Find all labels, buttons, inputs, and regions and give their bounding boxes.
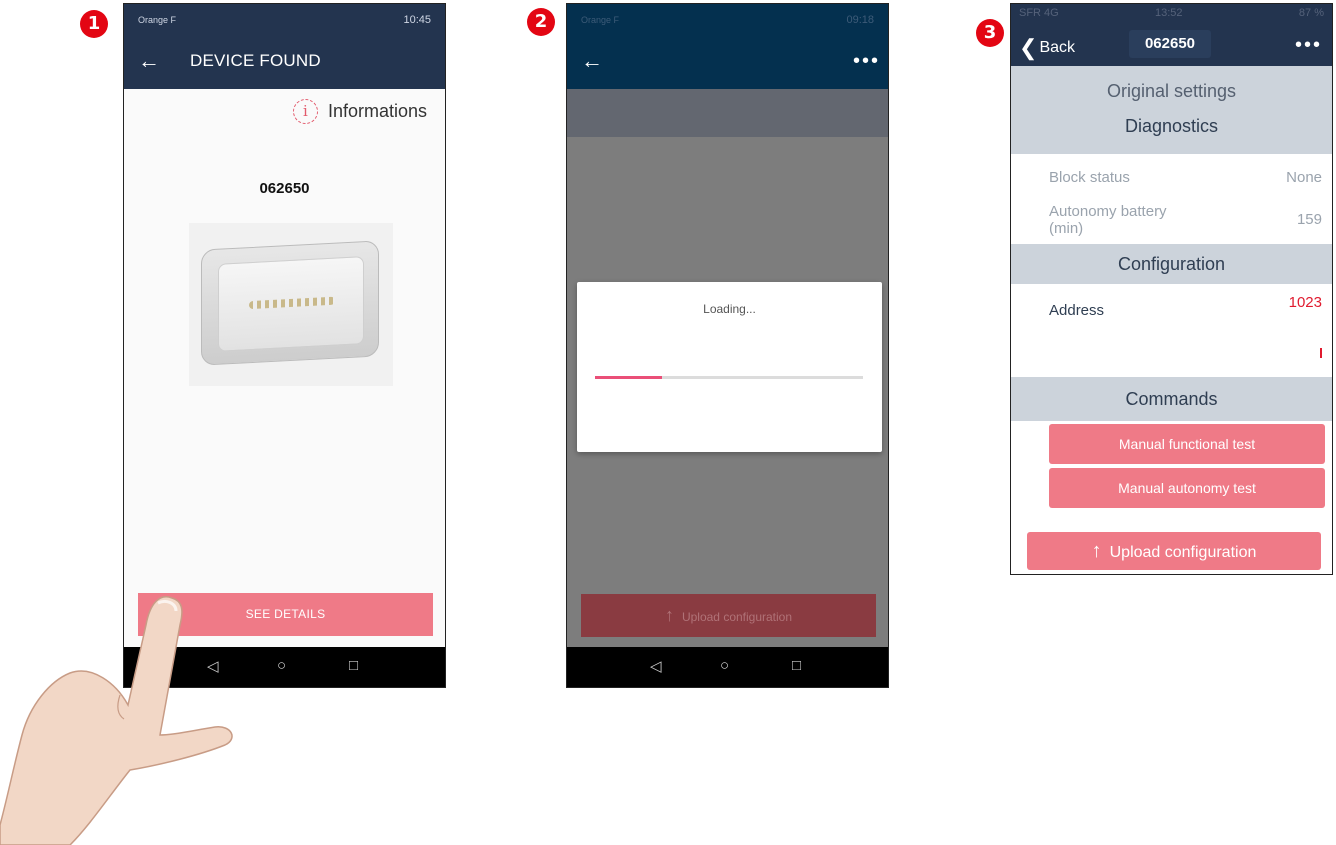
- pointing-hand-icon: [0, 596, 233, 845]
- carrier-label: Orange F: [138, 15, 177, 25]
- nav-recents-icon[interactable]: □: [349, 657, 358, 674]
- device-body: [201, 240, 379, 366]
- upload-arrow-icon: ↑: [1091, 540, 1102, 562]
- progress-fill: [595, 376, 662, 379]
- diagnostics-heading: Diagnostics: [1124, 116, 1219, 136]
- carrier-label: SFR 4G: [1019, 7, 1059, 19]
- settings-header: Original settings Diagnostics: [1011, 66, 1332, 154]
- header-band: [567, 89, 888, 137]
- step-badge-3: 3: [976, 19, 1004, 47]
- block-status-row: Block status None: [1049, 169, 1322, 186]
- phone-screen-device-settings: SFR 4G 13:52 87 % ❮ Back 062650 ••• Origi…: [1010, 3, 1333, 575]
- nav-home-icon[interactable]: ○: [277, 657, 286, 674]
- nav-back-icon[interactable]: ◁: [650, 657, 662, 675]
- chevron-left-icon: ❮: [1019, 35, 1038, 60]
- arrow-left-icon[interactable]: ←: [581, 46, 603, 76]
- app-bar: ← DEVICE FOUND: [124, 34, 445, 89]
- app-bar: ← •••: [567, 34, 888, 89]
- carrier-label: Orange F: [581, 15, 620, 25]
- original-settings-label[interactable]: Original settings: [1011, 81, 1332, 102]
- block-status-label: Block status: [1049, 169, 1130, 186]
- configuration-heading: Configuration: [1011, 244, 1332, 284]
- clock-label: 09:18: [846, 14, 874, 26]
- android-nav-bar: ◁ ○ □: [567, 647, 888, 687]
- address-value[interactable]: 1023: [1289, 294, 1322, 311]
- device-led-strip: [249, 296, 335, 310]
- back-button[interactable]: ❮ Back: [1019, 35, 1075, 61]
- text-cursor: [1320, 348, 1322, 358]
- nav-home-icon[interactable]: ○: [720, 657, 729, 674]
- upload-configuration-button: ↑ Upload configuration: [581, 594, 876, 637]
- page-title: DEVICE FOUND: [190, 51, 321, 70]
- upload-configuration-button[interactable]: ↑ Upload configuration: [1027, 532, 1321, 570]
- step-badge-1: 1: [80, 10, 108, 38]
- status-bar: Orange F 10:45: [124, 4, 445, 34]
- upload-label: Upload configuration: [1109, 544, 1257, 561]
- loading-dialog: Loading...: [577, 282, 882, 452]
- address-row[interactable]: Address 1023: [1049, 294, 1322, 319]
- device-panel: [218, 256, 364, 352]
- upload-label: Upload configuration: [681, 610, 793, 624]
- arrow-left-icon[interactable]: ←: [138, 46, 160, 76]
- informations-label: Informations: [327, 101, 427, 121]
- autonomy-battery-row: Autonomy battery (min) 159: [1049, 203, 1322, 237]
- progress-bar: [595, 376, 863, 379]
- loading-text: Loading...: [703, 302, 756, 316]
- device-image: [189, 223, 393, 386]
- app-bar: ❮ Back 062650 •••: [1011, 24, 1332, 66]
- manual-functional-test-button[interactable]: Manual functional test: [1049, 424, 1325, 464]
- upload-arrow-icon: ↑: [664, 605, 674, 625]
- commands-heading: Commands: [1011, 377, 1332, 421]
- info-icon: i: [292, 99, 318, 124]
- phone-screen-device-found: Orange F 10:45 ← DEVICE FOUND i Informat…: [123, 3, 446, 688]
- page-title: 062650: [1129, 30, 1211, 58]
- status-bar: Orange F 09:18: [567, 4, 888, 34]
- device-code: 062650: [259, 180, 310, 197]
- address-label: Address: [1049, 302, 1105, 319]
- informations-link[interactable]: i Informations: [292, 99, 427, 124]
- status-bar: SFR 4G 13:52 87 %: [1011, 4, 1332, 24]
- step-badge-2: 2: [527, 8, 555, 36]
- autonomy-battery-label: Autonomy battery (min): [1049, 203, 1167, 237]
- block-status-value: None: [1286, 169, 1322, 186]
- more-options-icon[interactable]: •••: [1295, 34, 1322, 57]
- more-options-icon[interactable]: •••: [853, 50, 880, 73]
- autonomy-battery-value: 159: [1296, 211, 1322, 228]
- battery-label: 87 %: [1298, 7, 1324, 19]
- clock-label: 13:52: [1155, 7, 1183, 19]
- nav-recents-icon[interactable]: □: [792, 657, 801, 674]
- manual-autonomy-test-button[interactable]: Manual autonomy test: [1049, 468, 1325, 508]
- clock-label: 10:45: [403, 14, 431, 26]
- phone-screen-loading: Orange F 09:18 ← ••• Loading... ↑ Upload …: [566, 3, 889, 688]
